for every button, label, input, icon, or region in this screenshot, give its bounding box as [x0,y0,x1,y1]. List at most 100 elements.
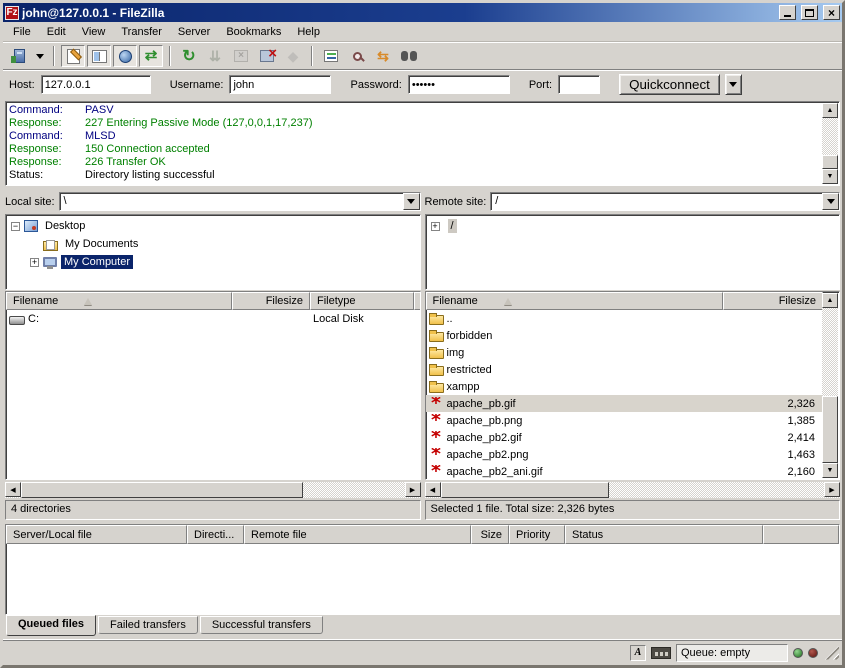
remote-horizontal-scrollbar[interactable]: ◀ ▶ [425,482,841,498]
port-input[interactable] [558,75,600,94]
file-row[interactable]: restricted [426,361,824,378]
filename-text: apache_pb2.png [447,449,529,461]
column-header-l[interactable]: L [414,292,421,310]
column-header-filesize[interactable]: Filesize [232,292,310,310]
scroll-right-button[interactable]: ▶ [405,482,421,497]
collapse-icon[interactable]: − [11,222,20,231]
cancel-button[interactable]: × [229,45,253,67]
tab-successful-transfers[interactable]: Successful transfers [200,616,323,634]
toggle-message-log-button[interactable] [61,45,85,67]
local-list-body: C:Local Disk [6,310,420,479]
local-site-dropdown-button[interactable] [403,193,420,210]
queue-column-directi[interactable]: Directi... [187,525,244,544]
file-row[interactable]: *apache_pb2.png1,463 [426,446,824,463]
queue-column-size[interactable]: Size [471,525,509,544]
process-queue-button[interactable]: ⇊ [203,45,227,67]
file-row[interactable]: *apache_pb2_ani.gif2,160 [426,463,824,479]
status-badge-icon[interactable] [651,647,671,659]
column-header-filename[interactable]: Filename [6,292,232,310]
maximize-button[interactable] [801,5,818,20]
log-vertical-scrollbar[interactable]: ▲ ▼ [822,103,838,184]
message-log: Command:PASVResponse:227 Entering Passiv… [5,101,840,186]
minimize-button[interactable] [779,5,796,20]
window-title: john@127.0.0.1 - FileZilla [22,6,776,20]
file-row[interactable]: *apache_pb2.gif2,414 [426,429,824,446]
tab-queued-files[interactable]: Queued files [6,615,96,636]
local-site-combobox[interactable]: \ [59,192,421,211]
scroll-down-button[interactable]: ▼ [822,463,838,478]
menu-view[interactable]: View [74,24,114,40]
drive-icon [9,316,25,325]
column-header-filetype[interactable]: Filetype [310,292,414,310]
menu-bookmarks[interactable]: Bookmarks [218,24,289,40]
disconnect-button[interactable] [255,45,279,67]
refresh-button[interactable]: ↻ [177,45,201,67]
file-row[interactable]: *apache_pb.png1,385 [426,412,824,429]
toggle-transfer-queue-button[interactable]: ⇄ [139,45,163,67]
filename-cell: C: [6,313,232,325]
file-row[interactable]: .. [426,310,824,327]
queue-body [6,544,839,614]
scroll-up-button[interactable]: ▲ [822,293,838,308]
menu-help[interactable]: Help [289,24,328,40]
tree-item[interactable]: −Desktop [6,217,420,235]
host-input[interactable] [41,75,151,94]
file-row[interactable]: forbidden [426,327,824,344]
data-type-indicator-icon[interactable]: A [630,645,646,661]
scrollbar-thumb[interactable] [822,396,838,463]
column-header-filename[interactable]: Filename [426,292,724,310]
local-site-label: Local site: [5,196,55,208]
quickconnect-dropdown[interactable] [725,74,742,95]
scroll-left-button[interactable]: ◀ [425,482,441,497]
scroll-up-button[interactable]: ▲ [822,103,838,118]
file-search-button[interactable] [345,45,369,67]
quickconnect-button[interactable]: Quickconnect [619,74,720,95]
local-horizontal-scrollbar[interactable]: ◀ ▶ [5,482,421,498]
tab-failed-transfers[interactable]: Failed transfers [98,616,198,634]
remote-site-dropdown-button[interactable] [822,193,839,210]
synchronized-browsing-button[interactable]: ⇆ [371,45,395,67]
site-manager-dropdown[interactable] [33,45,47,67]
resize-grip[interactable] [825,646,839,660]
find-button[interactable] [397,45,421,67]
folder-icon [429,366,444,376]
menu-transfer[interactable]: Transfer [113,24,170,40]
column-header-filesize[interactable]: Filesize [723,292,823,310]
file-row[interactable]: xampp [426,378,824,395]
close-button[interactable]: × [823,5,840,20]
tree-item[interactable]: +/ [426,217,840,235]
toggle-remote-tree-button[interactable] [113,45,137,67]
filter-button[interactable] [319,45,343,67]
tree-item[interactable]: My Documents [6,235,420,253]
file-row[interactable]: img [426,344,824,361]
menu-edit[interactable]: Edit [39,24,74,40]
file-row[interactable]: *apache_pb.gif2,326 [426,395,824,412]
scrollbar-thumb[interactable] [21,482,303,498]
filesize-cell: 2,414 [723,432,823,444]
scrollbar-thumb[interactable] [441,482,609,498]
username-input[interactable] [229,75,331,94]
file-row[interactable]: C:Local Disk [6,310,420,327]
site-manager-button[interactable] [7,45,31,67]
username-label: Username: [170,79,224,91]
toggle-local-tree-button[interactable] [87,45,111,67]
menu-server[interactable]: Server [170,24,218,40]
directory-comparison-button[interactable]: ◆ [281,45,305,67]
queue-column-remotefile[interactable]: Remote file [244,525,471,544]
computer-icon [43,257,57,267]
scroll-down-button[interactable]: ▼ [822,169,838,184]
remote-site-combobox[interactable]: / [490,192,840,211]
tree-item[interactable]: +My Computer [6,253,420,271]
scrollbar-thumb[interactable] [822,155,838,169]
queue-column-priority[interactable]: Priority [509,525,565,544]
queue-column-serverlocalfile[interactable]: Server/Local file [6,525,187,544]
menu-file[interactable]: File [5,24,39,40]
expand-icon[interactable]: + [431,222,440,231]
remote-vertical-scrollbar[interactable]: ▲ ▼ [822,293,838,478]
scroll-right-button[interactable]: ▶ [824,482,840,497]
expand-icon[interactable]: + [30,258,39,267]
filename-cell: *apache_pb.png [426,414,724,428]
password-input[interactable] [408,75,510,94]
queue-column-status[interactable]: Status [565,525,763,544]
scroll-left-button[interactable]: ◀ [5,482,21,497]
